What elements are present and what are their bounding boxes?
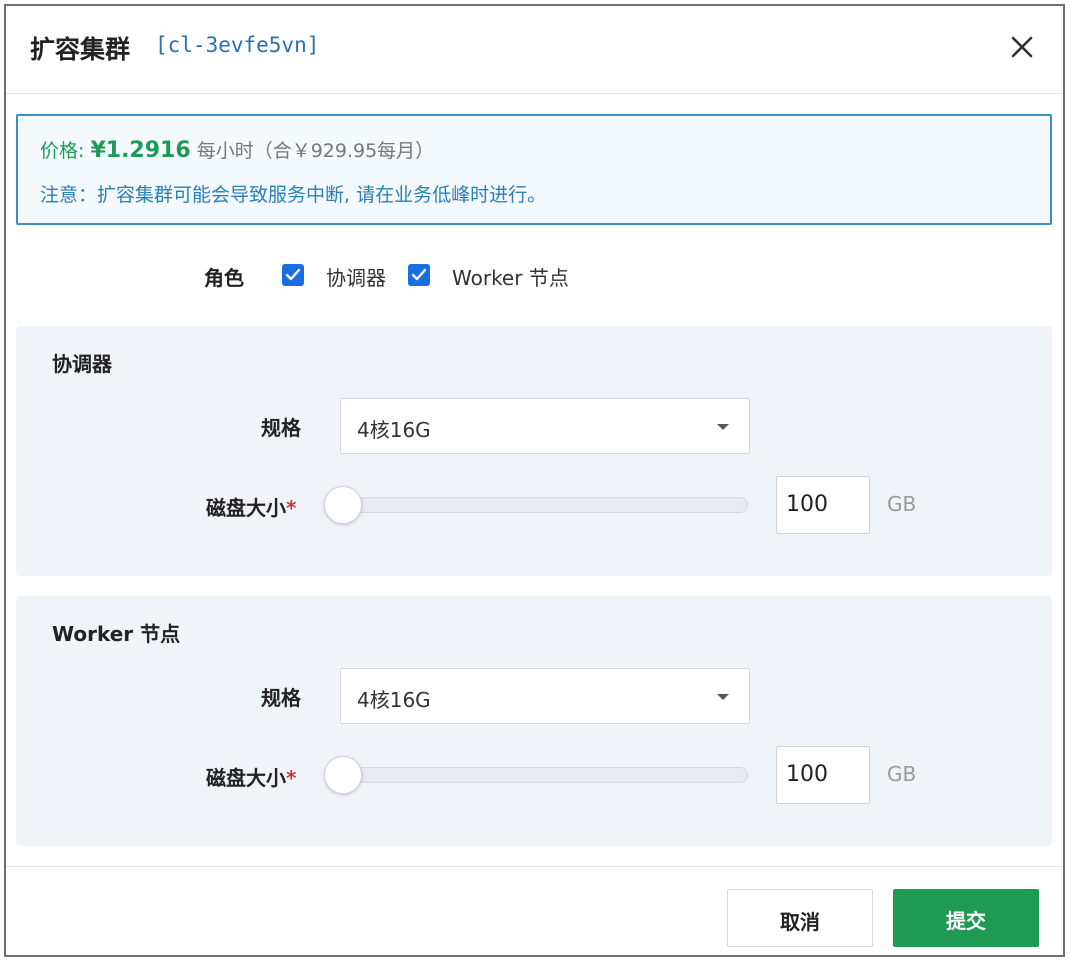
chevron-down-icon — [717, 424, 729, 430]
disk-size-input[interactable]: 100 — [776, 476, 870, 534]
check-icon — [411, 268, 427, 281]
cluster-id: [cl-3evfe5vn] — [155, 33, 320, 57]
dialog-header: 扩容集群 [cl-3evfe5vn] — [6, 6, 1063, 94]
disk-size-value: 100 — [786, 762, 828, 787]
disk-size-input[interactable]: 100 — [776, 746, 870, 804]
scale-cluster-dialog: 扩容集群 [cl-3evfe5vn] 价格: ¥1.2916 每小时（合￥929… — [4, 4, 1065, 957]
spec-label: 规格 — [261, 686, 301, 710]
disk-unit: GB — [887, 762, 917, 786]
cancel-button-label: 取消 — [780, 910, 820, 934]
disk-size-value: 100 — [786, 492, 828, 517]
warning-text: 注意：扩容集群可能会导致服务中断, 请在业务低峰时进行。 — [40, 184, 547, 206]
spec-value: 4核16G — [357, 418, 431, 442]
spec-label: 规格 — [261, 416, 301, 440]
check-icon — [285, 268, 301, 281]
worker-option-label[interactable]: Worker 节点 — [452, 262, 569, 291]
disk-slider-track[interactable] — [330, 497, 748, 513]
worker-section: Worker 节点 规格 4核16G 磁盘大小* 100 GB — [16, 596, 1052, 846]
disk-label: 磁盘大小* — [206, 496, 297, 520]
price-notice: 价格: ¥1.2916 每小时（合￥929.95每月） 注意：扩容集群可能会导致… — [16, 114, 1052, 225]
submit-button-label: 提交 — [946, 909, 986, 933]
required-mark: * — [286, 766, 297, 790]
price-line: 价格: ¥1.2916 每小时（合￥929.95每月） — [40, 136, 434, 163]
submit-button[interactable]: 提交 — [893, 889, 1039, 947]
required-mark: * — [286, 496, 297, 520]
section-title: 协调器 — [52, 352, 112, 376]
coordinator-section: 协调器 规格 4核16G 磁盘大小* 100 GB — [16, 326, 1052, 576]
disk-slider-handle[interactable] — [324, 486, 362, 524]
role-label: 角色 — [204, 266, 244, 290]
disk-slider-handle[interactable] — [324, 756, 362, 794]
coordinator-option-label[interactable]: 协调器 — [326, 262, 386, 291]
disk-slider-track[interactable] — [330, 767, 748, 783]
price-value: ¥1.2916 — [90, 138, 191, 163]
spec-select[interactable]: 4核16G — [340, 668, 750, 724]
disk-label: 磁盘大小* — [206, 766, 297, 790]
price-label: 价格: — [40, 140, 91, 162]
chevron-down-icon — [717, 694, 729, 700]
cancel-button[interactable]: 取消 — [727, 889, 873, 947]
price-unit: 每小时（合￥929.95每月） — [196, 140, 435, 162]
dialog-title: 扩容集群 — [30, 35, 131, 64]
disk-unit: GB — [887, 492, 917, 516]
dialog-footer-divider — [6, 866, 1063, 867]
worker-checkbox[interactable] — [408, 264, 430, 286]
close-icon[interactable] — [1007, 32, 1037, 62]
spec-select[interactable]: 4核16G — [340, 398, 750, 454]
section-title: Worker 节点 — [52, 622, 181, 646]
coordinator-checkbox[interactable] — [282, 264, 304, 286]
spec-value: 4核16G — [357, 688, 431, 712]
